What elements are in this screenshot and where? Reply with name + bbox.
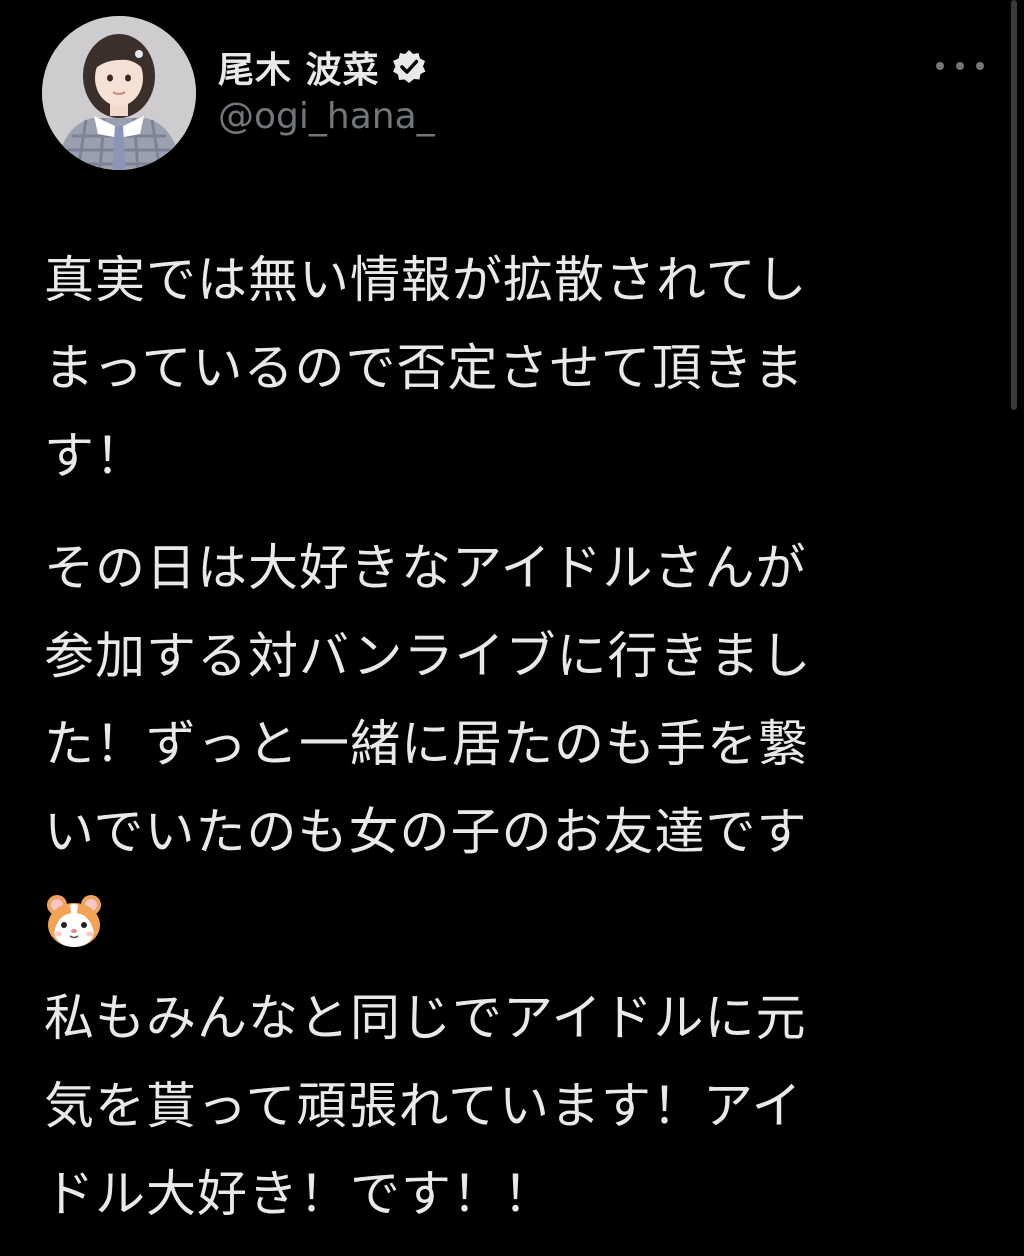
tweet-paragraph: 真実では無い情報が拡散されてし まっているので否定させて頂きま す！ — [44, 236, 944, 500]
scrollbar[interactable] — [1011, 0, 1017, 410]
tweet-text-line: その日は大好きなアイドルさんが — [44, 539, 807, 597]
avatar[interactable] — [42, 16, 196, 170]
tweet-text-line: まっているので否定させて頂きま — [44, 339, 805, 397]
more-dot — [956, 62, 964, 70]
tweet-text-line: 真実では無い情報が拡散されてし — [44, 251, 808, 309]
tweet-paragraph: その日は大好きなアイドルさんが 参加する対バンライブに行きまし た！ずっと一緒に… — [44, 524, 944, 950]
tweet-paragraph: 私もみんなと同じでアイドルに元 気を貰って頑張れています！アイ ドル大好き！です… — [44, 974, 944, 1238]
tweet-text-line: ドル大好き！です！！ — [44, 1165, 554, 1223]
tweet: 尾木 波菜 @ogi_hana_ 真実では無い情報が拡散されてし まっているので… — [0, 0, 1024, 1256]
author-name-row[interactable]: 尾木 波菜 — [218, 42, 428, 92]
more-horizontal-icon[interactable] — [936, 52, 984, 80]
tweet-text-line: いでいたのも女の子のお友達です — [44, 803, 808, 861]
more-dot — [976, 62, 984, 70]
display-name[interactable]: 尾木 波菜 — [218, 41, 380, 93]
more-dot — [936, 62, 944, 70]
hamster-face-icon — [44, 890, 104, 950]
profile-photo — [42, 16, 196, 170]
tweet-text-line: す！ — [44, 427, 146, 485]
tweet-text-line: 参加する対バンライブに行きまし — [44, 627, 812, 685]
handle[interactable]: @ogi_hana_ — [218, 96, 435, 137]
tweet-text-line: 気を貰って頑張れています！アイ — [44, 1077, 803, 1135]
verified-badge-icon — [390, 48, 428, 86]
tweet-text: 真実では無い情報が拡散されてし まっているので否定させて頂きま す！ その日は大… — [44, 236, 944, 1238]
tweet-text-line: た！ずっと一緒に居たのも手を繋 — [44, 715, 809, 773]
tweet-text-line: 私もみんなと同じでアイドルに元 — [44, 989, 807, 1047]
